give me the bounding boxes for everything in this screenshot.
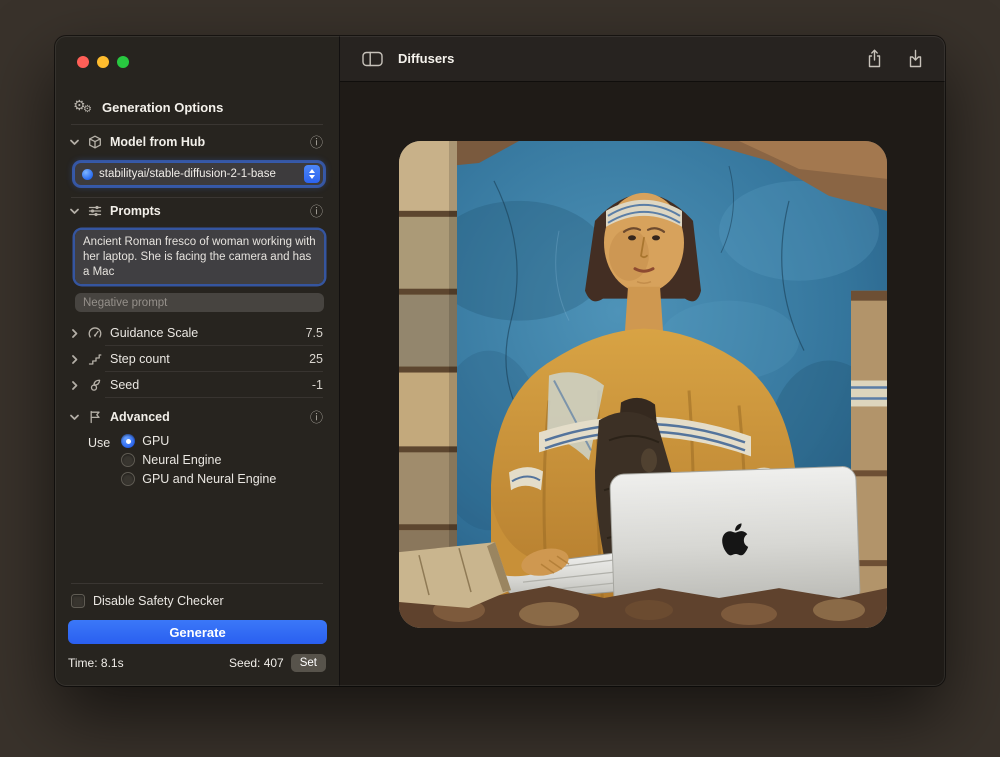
seed-label: Seed — [110, 378, 139, 392]
checkbox-icon[interactable] — [71, 594, 85, 608]
chevron-down-icon[interactable] — [69, 206, 80, 217]
advanced-label: Advanced — [110, 410, 170, 424]
divider — [71, 583, 323, 584]
sidebar: ⚙⚙ Generation Options Model from Hub ⓘ s… — [55, 36, 340, 686]
close-button[interactable] — [77, 56, 89, 68]
generation-options-header: ⚙⚙ Generation Options — [73, 98, 323, 116]
image-canvas — [340, 82, 945, 686]
info-icon[interactable]: ⓘ — [310, 205, 323, 218]
status-bar: Time: 8.1s Seed: 407 Set — [68, 654, 326, 672]
guidance-scale-row: Guidance Scale 7.5 — [69, 320, 323, 346]
model-label: Model from Hub — [110, 135, 205, 149]
prompts-section-header: Prompts ⓘ — [69, 198, 323, 224]
sidebar-spacer — [55, 486, 339, 575]
flag-icon — [87, 410, 103, 424]
share-icon[interactable] — [867, 49, 882, 68]
set-seed-button[interactable]: Set — [291, 654, 326, 672]
chevron-down-icon[interactable] — [69, 137, 80, 148]
prompt-input[interactable]: Ancient Roman fresco of woman working wi… — [75, 230, 324, 284]
radio-option-gpu-and-neural-engine[interactable]: GPU and Neural Engine — [121, 472, 276, 486]
radio-selected-icon[interactable] — [121, 434, 135, 448]
compute-unit-group: Use GPU Neural Engine GPU and Neural Eng… — [88, 434, 323, 486]
download-icon[interactable] — [908, 49, 923, 68]
safety-checker-row[interactable]: Disable Safety Checker — [71, 594, 323, 608]
radio-option-gpu[interactable]: GPU — [121, 434, 276, 448]
fresco-artwork — [399, 141, 887, 628]
gears-icon: ⚙⚙ — [73, 98, 93, 116]
zoom-button[interactable] — [117, 56, 129, 68]
prompts-label: Prompts — [110, 204, 161, 218]
info-icon[interactable]: ⓘ — [310, 411, 323, 424]
titlebar: Diffusers — [340, 36, 945, 82]
model-section-header: Model from Hub ⓘ — [69, 129, 323, 155]
parameters: Guidance Scale 7.5 Step count 25 — [55, 320, 339, 398]
generation-options-title: Generation Options — [102, 100, 223, 115]
minimize-button[interactable] — [97, 56, 109, 68]
chevron-right-icon[interactable] — [69, 380, 80, 391]
radio-label: Neural Engine — [142, 453, 221, 467]
sidebar-toggle-icon[interactable] — [362, 51, 383, 67]
sliders-icon — [87, 204, 103, 218]
guidance-scale-value: 7.5 — [306, 326, 323, 340]
seed-row: Seed -1 — [69, 372, 323, 398]
model-select[interactable]: stabilityai/stable-diffusion-2-1-base — [75, 163, 323, 185]
generated-image — [399, 141, 887, 628]
seed-status: Seed: 407 — [229, 656, 284, 670]
gauge-icon — [87, 326, 103, 340]
main-pane: Diffusers — [340, 36, 945, 686]
guidance-scale-label: Guidance Scale — [110, 326, 198, 340]
sprout-icon — [87, 378, 103, 392]
seed-value: -1 — [312, 378, 323, 392]
divider — [71, 124, 323, 125]
model-value: stabilityai/stable-diffusion-2-1-base — [99, 168, 298, 180]
negative-prompt-input[interactable] — [75, 293, 324, 312]
safety-checker-label: Disable Safety Checker — [93, 594, 224, 608]
cube-icon — [87, 135, 103, 149]
popup-stepper-icon — [304, 165, 320, 183]
info-icon[interactable]: ⓘ — [310, 136, 323, 149]
chevron-down-icon[interactable] — [69, 412, 80, 423]
radio-label: GPU and Neural Engine — [142, 472, 276, 486]
radio-label: GPU — [142, 434, 169, 448]
generate-button[interactable]: Generate — [68, 620, 327, 644]
stairs-icon — [87, 352, 103, 366]
use-label: Use — [88, 434, 110, 486]
radio-icon[interactable] — [121, 453, 135, 467]
radio-icon[interactable] — [121, 472, 135, 486]
window-controls — [55, 36, 339, 68]
chevron-right-icon[interactable] — [69, 328, 80, 339]
step-count-label: Step count — [110, 352, 170, 366]
chevron-right-icon[interactable] — [69, 354, 80, 365]
model-dot-icon — [82, 169, 93, 180]
step-count-row: Step count 25 — [69, 346, 323, 372]
step-count-value: 25 — [309, 352, 323, 366]
advanced-section-header: Advanced ⓘ — [69, 404, 323, 430]
time-status: Time: 8.1s — [68, 656, 124, 670]
window-title: Diffusers — [398, 51, 454, 66]
diffusers-window: ⚙⚙ Generation Options Model from Hub ⓘ s… — [55, 36, 945, 686]
radio-option-neural-engine[interactable]: Neural Engine — [121, 453, 276, 467]
